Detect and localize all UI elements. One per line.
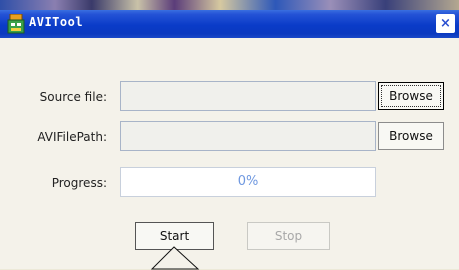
stop-button[interactable]: Stop xyxy=(247,222,330,250)
progress-percent: 0% xyxy=(237,174,259,189)
dialog-body xyxy=(0,38,459,269)
app-icon xyxy=(7,14,25,34)
source-file-label: Source file: xyxy=(39,90,107,104)
source-file-input[interactable] xyxy=(120,81,376,111)
avi-file-path-input[interactable] xyxy=(120,121,376,151)
title-bar[interactable]: AVITool × xyxy=(0,10,459,38)
window-title: AVITool xyxy=(29,15,84,29)
browse-avi-label: Browse xyxy=(389,129,433,143)
browse-avi-button[interactable]: Browse xyxy=(378,122,444,150)
mouse-cursor-icon xyxy=(150,246,200,270)
desktop-background-strip xyxy=(0,0,459,10)
progress-label: Progress: xyxy=(51,176,107,190)
browse-source-label: Browse xyxy=(389,89,433,103)
browse-source-button[interactable]: Browse xyxy=(378,82,444,110)
avi-file-path-label: AVIFilePath: xyxy=(37,130,107,144)
close-button[interactable]: × xyxy=(436,14,455,33)
close-icon: × xyxy=(440,16,451,31)
stop-label: Stop xyxy=(274,229,303,243)
progress-bar: 0% xyxy=(120,167,376,197)
